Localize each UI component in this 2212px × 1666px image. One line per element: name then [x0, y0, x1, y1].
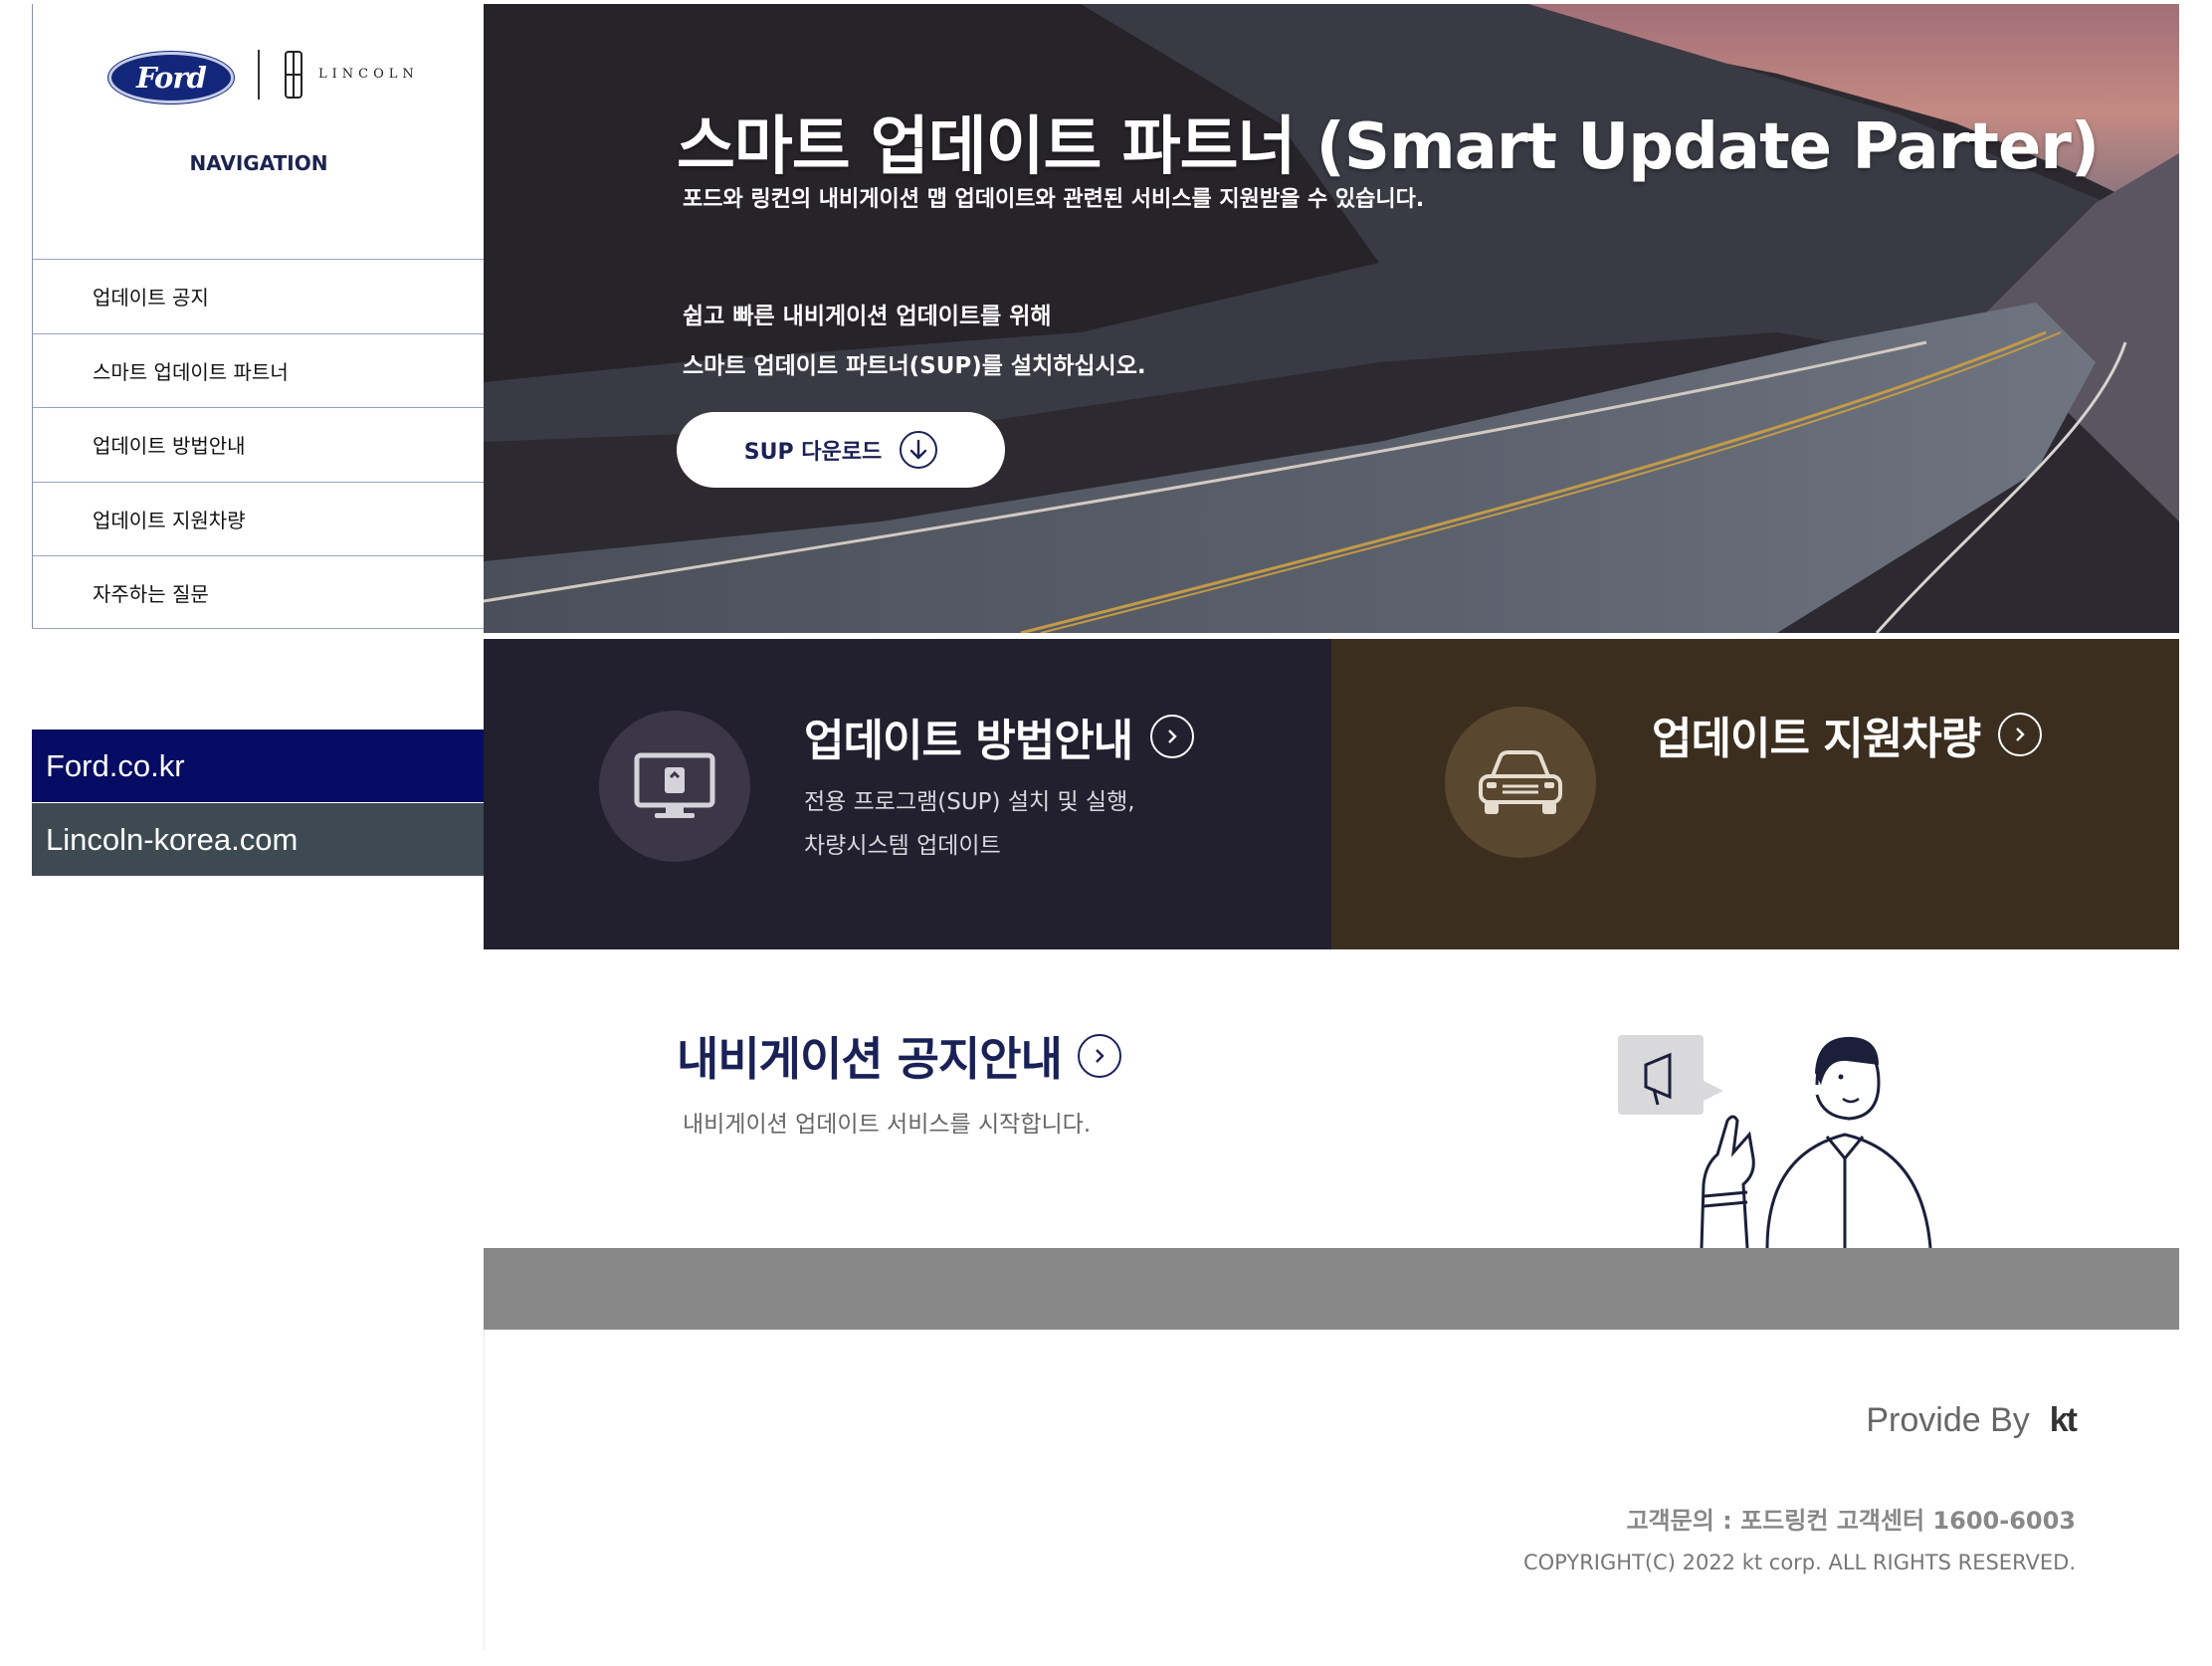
- update-guide-desc-line1: 전용 프로그램(SUP) 설치 및 실행,: [804, 789, 1135, 815]
- ford-site-link[interactable]: Ford.co.kr: [32, 729, 484, 802]
- sidebar-item-update-guide[interactable]: 업데이트 방법안내: [33, 407, 485, 482]
- update-guide-title: 업데이트 방법안내: [804, 705, 1195, 768]
- sidebar-item-faq[interactable]: 자주하는 질문: [33, 555, 485, 630]
- chevron-right-icon: [1998, 713, 2043, 756]
- hero-description-line1: 쉽고 빠른 내비게이션 업데이트를 위해: [683, 304, 1052, 329]
- navigation-notice-title: 내비게이션 공지안내: [677, 1023, 1121, 1089]
- hero-subtitle: 포드와 링컨의 내비게이션 맵 업데이트와 관련된 서비스를 지원받을 수 있습…: [683, 187, 1425, 212]
- sup-download-button[interactable]: SUP 다운로드: [677, 412, 1005, 488]
- monitor-icon-circle: [599, 711, 750, 862]
- brand-logo-area: Ford LINCOLN NAVIGATION: [33, 4, 485, 259]
- lincoln-logo-text[interactable]: LINCOLN: [318, 67, 419, 82]
- kt-logo[interactable]: kt: [2050, 1401, 2078, 1440]
- car-icon: [1479, 750, 1562, 814]
- sidebar-menu: 업데이트 공지 스마트 업데이트 파트너 업데이트 방법안내 업데이트 지원차량…: [33, 259, 485, 630]
- provide-by-label: Provide By: [1866, 1401, 2030, 1439]
- sidebar-item-supported-vehicles[interactable]: 업데이트 지원차량: [33, 481, 485, 556]
- download-arrow-icon: [900, 431, 938, 469]
- gray-divider-band: [484, 1248, 2179, 1330]
- hero-description-line2: 스마트 업데이트 파트너(SUP)를 설치하십시오.: [683, 353, 1146, 379]
- sidebar-item-smart-update-partner[interactable]: 스마트 업데이트 파트너: [33, 332, 485, 408]
- supported-vehicles-title: 업데이트 지원차량: [1652, 703, 2043, 766]
- hero-banner: 스마트 업데이트 파트너 (Smart Update Parter) 포드와 링…: [484, 4, 2179, 633]
- monitor-icon: [634, 752, 715, 818]
- sidebar: Ford LINCOLN NAVIGATION 업데이트 공지 스마트 업데이트…: [32, 4, 485, 630]
- logo-divider: [258, 50, 260, 100]
- update-guide-desc-line2: 차량시스템 업데이트: [804, 833, 1001, 859]
- chevron-right-icon: [1077, 1034, 1121, 1078]
- ford-logo[interactable]: Ford: [108, 52, 234, 104]
- update-guide-tile[interactable]: 업데이트 방법안내 전용 프로그램(SUP) 설치 및 실행, 차량시스템 업데…: [484, 639, 1331, 949]
- chevron-right-icon: [1150, 715, 1195, 758]
- lincoln-site-link[interactable]: Lincoln-korea.com: [32, 803, 484, 876]
- lincoln-star-icon: [285, 51, 302, 99]
- supported-vehicles-tile[interactable]: 업데이트 지원차량: [1331, 639, 2179, 949]
- navigation-notice-desc: 내비게이션 업데이트 서비스를 시작합니다.: [683, 1112, 1092, 1138]
- footer: Provide By kt 고객문의 : 포드링컨 고객센터 1600-6003…: [484, 1330, 2179, 1650]
- hero-title: 스마트 업데이트 파트너 (Smart Update Parter): [677, 110, 2100, 184]
- sup-download-label: SUP 다운로드: [743, 440, 883, 465]
- announcer-illustration: [1618, 1035, 1932, 1248]
- car-icon-circle: [1445, 707, 1596, 858]
- navigation-title: NAVIGATION: [189, 151, 328, 175]
- navigation-notice-section[interactable]: 내비게이션 공지안내 내비게이션 업데이트 서비스를 시작합니다.: [484, 949, 2179, 1248]
- copyright-text: COPYRIGHT(C) 2022 kt corp. ALL RIGHTS RE…: [1522, 1551, 2076, 1574]
- sidebar-item-update-notice[interactable]: 업데이트 공지: [33, 259, 485, 333]
- provide-by: Provide By kt: [1866, 1401, 2078, 1440]
- customer-contact: 고객문의 : 포드링컨 고객센터 1600-6003: [1626, 1507, 2076, 1535]
